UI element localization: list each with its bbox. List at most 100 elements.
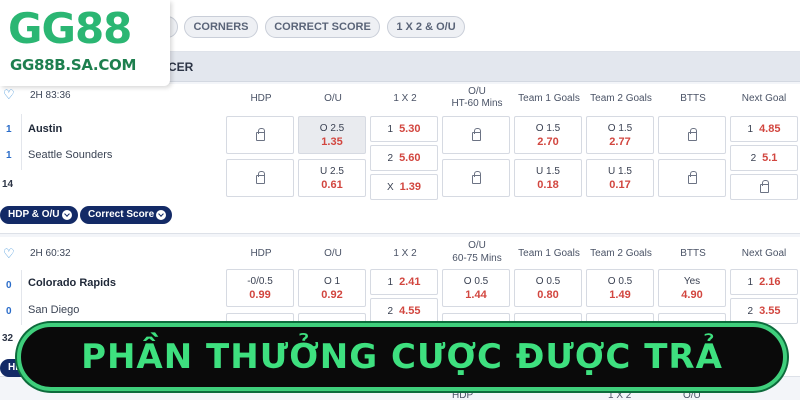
col-btts: BTTS: [680, 248, 706, 259]
odds-team1-over[interactable]: O 1.5 2.70: [514, 116, 582, 154]
lock-icon: [688, 128, 697, 141]
odds-1x2-home[interactable]: 1 2.41: [370, 269, 438, 295]
odds-line: U 2.5: [320, 166, 344, 177]
odds-team1-under[interactable]: U 1.5 0.18: [514, 159, 582, 197]
odds-value: 5.1: [762, 152, 778, 164]
col-1x2: 1 X 2: [393, 248, 417, 259]
col-team2-goals: Team 2 Goals: [590, 248, 652, 259]
odds-btts-yes[interactable]: Yes 4.90: [658, 269, 726, 307]
col-team1-goals: Team 1 Goals: [518, 93, 580, 104]
odds-value: 0.18: [537, 179, 559, 191]
odds-value: 0.80: [537, 289, 559, 301]
odds-value: 1.49: [609, 289, 631, 301]
col-hdp: HDP: [250, 93, 272, 104]
filter-corners[interactable]: CORNERS: [184, 16, 258, 38]
odds-1x2-draw[interactable]: 2 4.55: [370, 298, 438, 324]
bottom-col-ou: O/U: [683, 390, 701, 400]
favorite-heart-icon[interactable]: ♡: [3, 247, 17, 260]
odds-btts-locked: [658, 116, 726, 154]
more-markets-count[interactable]: 14: [2, 179, 13, 190]
odds-value: 1.35: [321, 136, 343, 148]
odds-ou-ht-locked: [442, 159, 510, 197]
filter-correct-score[interactable]: CORRECT SCORE: [265, 16, 380, 38]
section-title: CER: [168, 60, 194, 74]
odds-line: O 0.5: [607, 276, 633, 287]
match-header: ♡ 2H 60:32 HDP O/U 1 X 2 O/U 60-75 Mins …: [0, 237, 800, 264]
brand-domain: GG88B.SA.COM: [10, 56, 137, 74]
odds-team2-over[interactable]: O 1.5 2.77: [586, 116, 654, 154]
odds-value: 0.92: [321, 289, 343, 301]
dropdown-label: HDP & O/U: [8, 209, 60, 220]
correct-score-dropdown[interactable]: Correct Score: [80, 206, 173, 224]
odds-label: X: [386, 182, 394, 193]
odds-label: 2: [387, 153, 394, 164]
favorite-heart-icon[interactable]: ♡: [3, 88, 17, 101]
odds-line: O 1.5: [535, 123, 561, 134]
odds-next-goal-home[interactable]: 1 2.16: [730, 269, 798, 295]
odds-label: 1: [747, 124, 754, 135]
col-1x2: 1 X 2: [393, 93, 417, 104]
odds-team2-under[interactable]: U 1.5 0.17: [586, 159, 654, 197]
odds-next-goal-locked: [730, 174, 798, 200]
odds-line: O 1.5: [607, 123, 633, 134]
odds-team1-over[interactable]: O 0.5 0.80: [514, 269, 582, 307]
more-markets-count[interactable]: 32: [2, 333, 13, 344]
odds-hdp-home[interactable]: -0/0.5 0.99: [226, 269, 294, 307]
odds-label: 1: [387, 124, 394, 135]
promo-banner-text: PHẦN THƯỞNG CƯỢC ĐƯỢC TRẢ NGAY: [81, 337, 723, 400]
odds-ou-ht-over[interactable]: O 0.5 1.44: [442, 269, 510, 307]
odds-ou-over[interactable]: O 2.5 1.35: [298, 116, 366, 154]
col-ou-ht-2: HT-60 Mins: [451, 98, 503, 109]
col-hdp: HDP: [250, 248, 272, 259]
home-score: 0: [6, 280, 12, 291]
odds-1x2-away[interactable]: X 1.39: [370, 174, 438, 200]
away-score-box: 1: [0, 142, 22, 170]
col-ou-ht-1: O/U: [468, 240, 486, 251]
odds-value: 0.17: [609, 179, 631, 191]
brand-logo: GG88 GG88B.SA.COM: [0, 0, 170, 86]
odds-value: 1.39: [399, 181, 422, 193]
col-team1-goals: Team 1 Goals: [518, 248, 580, 259]
odds-next-goal-home[interactable]: 1 4.85: [730, 116, 798, 142]
odds-ou-over[interactable]: O 1 0.92: [298, 269, 366, 307]
home-score-box: 0: [0, 270, 22, 298]
odds-line: Yes: [683, 276, 701, 287]
odds-value: 2.41: [399, 276, 421, 288]
odds-label: 1: [747, 277, 754, 288]
odds-btts-locked: [658, 159, 726, 197]
dropdown-label: Correct Score: [88, 209, 155, 220]
odds-value: 5.60: [399, 152, 421, 164]
odds-value: 2.16: [759, 276, 781, 288]
odds-1x2-draw[interactable]: 2 5.60: [370, 145, 438, 171]
filter-1x2-ou[interactable]: 1 X 2 & O/U: [387, 16, 465, 38]
lock-icon: [256, 171, 265, 184]
away-score-box: 0: [0, 297, 22, 325]
col-btts: BTTS: [680, 93, 706, 104]
lock-icon: [472, 128, 481, 141]
away-team: Seattle Sounders: [28, 149, 113, 161]
away-score: 0: [6, 306, 12, 317]
odds-next-goal-away[interactable]: 2 3.55: [730, 298, 798, 324]
odds-ou-under[interactable]: U 2.5 0.61: [298, 159, 366, 197]
hdp-ou-dropdown[interactable]: HDP & O/U: [0, 206, 78, 224]
match-clock: 2H 83:36: [30, 90, 71, 101]
odds-value: 4.85: [759, 123, 781, 135]
lock-icon: [472, 171, 481, 184]
col-ou-ht-2: 60-75 Mins: [452, 253, 502, 264]
col-ou: O/U: [324, 248, 342, 259]
odds-next-goal-away[interactable]: 2 5.1: [730, 145, 798, 171]
promo-banner: PHẦN THƯỞNG CƯỢC ĐƯỢC TRẢ NGAY: [17, 323, 787, 400]
odds-team2-over[interactable]: O 0.5 1.49: [586, 269, 654, 307]
bottom-col-1x2: 1 X 2: [608, 390, 632, 400]
col-team2-goals: Team 2 Goals: [590, 93, 652, 104]
sportsbook-page: CORNERS CORRECT SCORE 1 X 2 & O/U CER ♡ …: [0, 0, 800, 400]
odds-ou-ht-locked: [442, 116, 510, 154]
odds-line: O 2.5: [319, 123, 345, 134]
odds-line: O 0.5: [463, 276, 489, 287]
odds-label: 1: [387, 277, 394, 288]
odds-line: U 1.5: [608, 166, 632, 177]
odds-label: 2: [750, 153, 757, 164]
odds-value: 0.61: [321, 179, 343, 191]
odds-1x2-home[interactable]: 1 5.30: [370, 116, 438, 142]
odds-label: 2: [747, 306, 754, 317]
